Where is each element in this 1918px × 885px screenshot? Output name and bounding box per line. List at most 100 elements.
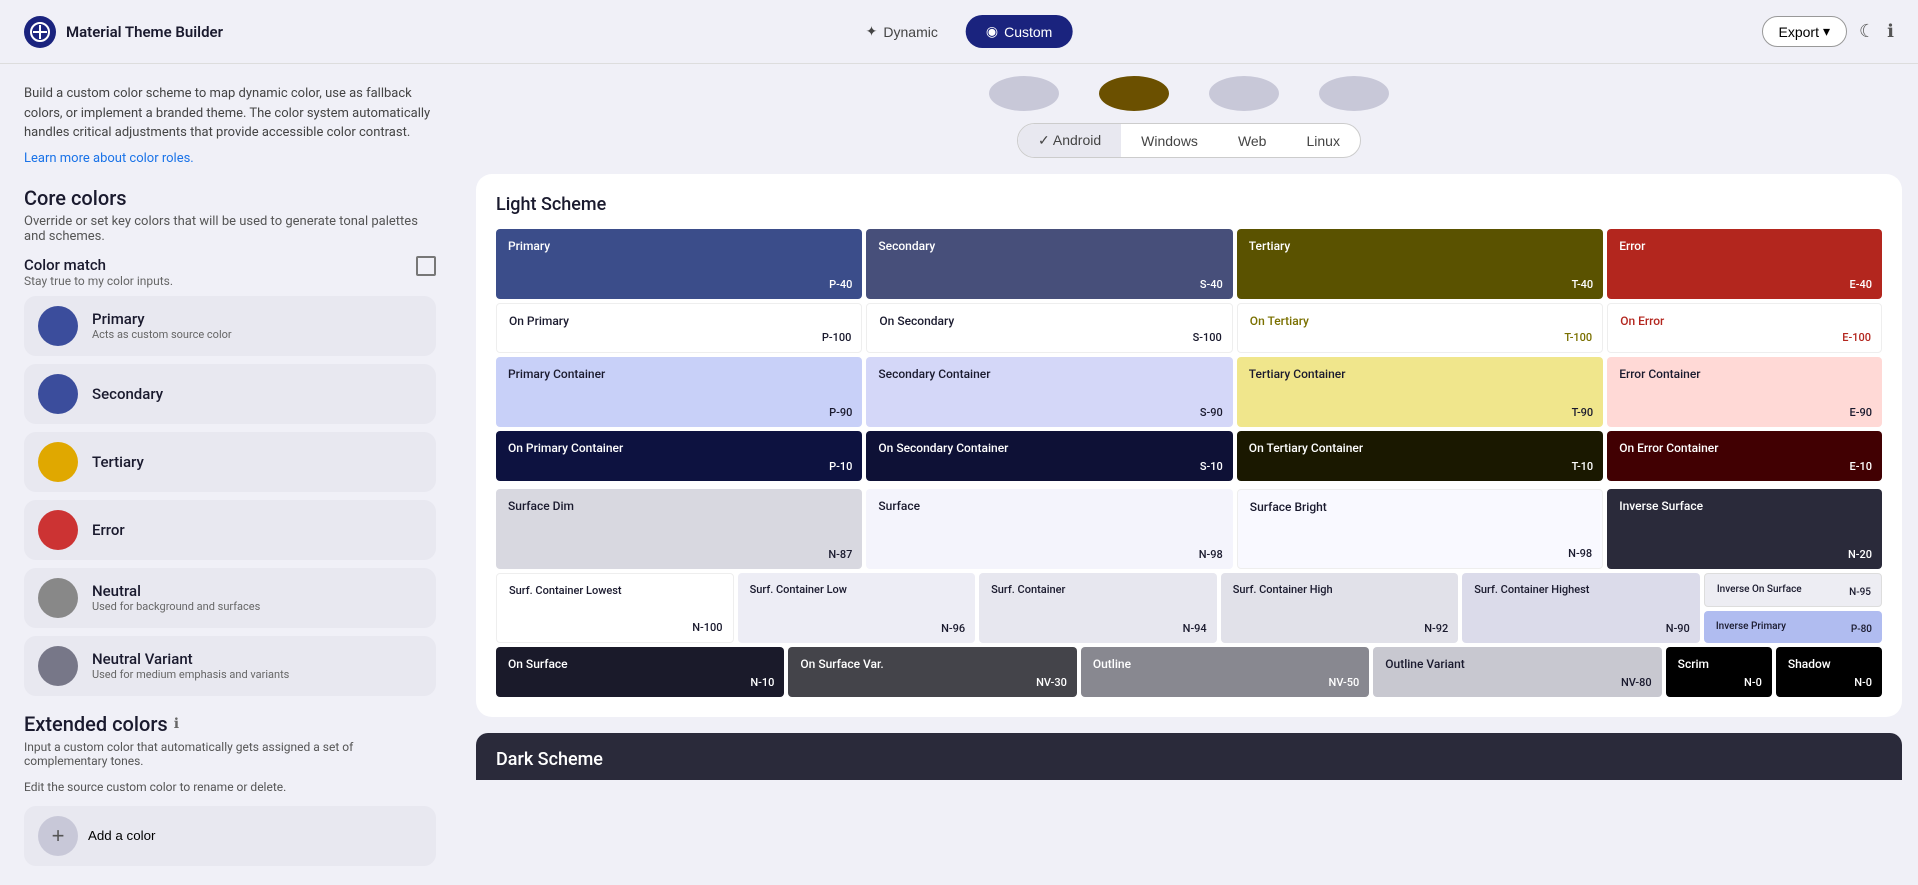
block-surf-container-high[interactable]: Surf. Container High N-92: [1221, 573, 1459, 643]
color-match-desc: Stay true to my color inputs.: [24, 274, 173, 288]
block-surface-dim[interactable]: Surface Dim N-87: [496, 489, 862, 569]
primary-label: Primary: [92, 310, 232, 328]
tab-linux[interactable]: Linux: [1286, 124, 1359, 157]
block-on-secondary-container[interactable]: On Secondary Container S-10: [866, 431, 1232, 481]
dark-scheme-bar: Dark Scheme: [476, 733, 1902, 780]
light-scheme-card: Light Scheme Primary P-40 Secondary S-40…: [476, 174, 1902, 717]
block-on-primary-container[interactable]: On Primary Container P-10: [496, 431, 862, 481]
content-area: ✓ Android Windows Web Linux Light Scheme…: [460, 64, 1918, 885]
scrim-shadow-pair: Scrim N-0 Shadow N-0: [1666, 647, 1882, 697]
block-inverse-primary[interactable]: Inverse Primary P-80: [1704, 611, 1882, 643]
platform-tabs: ✓ Android Windows Web Linux: [1017, 123, 1361, 158]
color-item-tertiary[interactable]: Tertiary: [24, 432, 436, 492]
block-outline[interactable]: Outline NV-50: [1081, 647, 1369, 697]
extended-info-icon: ℹ: [174, 716, 179, 732]
scheme-row-on-container: On Primary Container P-10 On Secondary C…: [496, 431, 1882, 481]
brand: Material Theme Builder: [24, 16, 223, 48]
top-nav: Material Theme Builder ✦ Dynamic ◉ Custo…: [0, 0, 1918, 64]
add-color-label: Add a color: [88, 828, 155, 843]
block-surf-container-lowest[interactable]: Surf. Container Lowest N-100: [496, 573, 734, 643]
brand-name: Material Theme Builder: [66, 23, 223, 41]
neutral-variant-sublabel: Used for medium emphasis and variants: [92, 668, 289, 681]
extended-colors-title: Extended colors ℹ: [24, 712, 436, 736]
export-button[interactable]: Export ▾: [1762, 16, 1848, 47]
block-tertiary-container[interactable]: Tertiary Container T-90: [1237, 357, 1603, 427]
color-item-primary[interactable]: Primary Acts as custom source color: [24, 296, 436, 356]
sidebar-description: Build a custom color scheme to map dynam…: [24, 84, 436, 143]
color-item-neutral[interactable]: Neutral Used for background and surfaces: [24, 568, 436, 628]
block-on-surface-var[interactable]: On Surface Var. NV-30: [788, 647, 1076, 697]
dynamic-tab[interactable]: ✦ Dynamic: [846, 15, 958, 48]
block-surf-container-low[interactable]: Surf. Container Low N-96: [738, 573, 976, 643]
scheme-row-surf-container: Surf. Container Lowest N-100 Surf. Conta…: [496, 573, 1882, 643]
brand-icon: [24, 16, 56, 48]
block-tertiary[interactable]: Tertiary T-40: [1237, 229, 1603, 299]
block-secondary-container[interactable]: Secondary Container S-90: [866, 357, 1232, 427]
block-surface[interactable]: Surface N-98: [866, 489, 1232, 569]
block-error-container[interactable]: Error Container E-90: [1607, 357, 1882, 427]
color-item-secondary[interactable]: Secondary: [24, 364, 436, 424]
tab-web[interactable]: Web: [1218, 124, 1287, 157]
neutral-variant-color-circle: [38, 646, 78, 686]
block-on-surface[interactable]: On Surface N-10: [496, 647, 784, 697]
color-item-neutral-variant[interactable]: Neutral Variant Used for medium emphasis…: [24, 636, 436, 696]
scheme-row-top: Primary P-40 Secondary S-40 Tertiary T-4…: [496, 229, 1882, 299]
preview-circle-4: [1319, 76, 1389, 111]
block-surface-bright[interactable]: Surface Bright N-98: [1237, 489, 1603, 569]
neutral-color-circle: [38, 578, 78, 618]
tertiary-color-circle: [38, 442, 78, 482]
block-surf-container-highest[interactable]: Surf. Container Highest N-90: [1462, 573, 1700, 643]
block-shadow[interactable]: Shadow N-0: [1776, 647, 1882, 697]
custom-icon: ◉: [986, 23, 998, 40]
block-error[interactable]: Error E-40: [1607, 229, 1882, 299]
color-match-title: Color match: [24, 256, 173, 274]
block-on-tertiary[interactable]: On Tertiary T-100: [1237, 303, 1603, 353]
extended-desc1: Input a custom color that automatically …: [24, 740, 436, 768]
inverse-on-surface-col: Inverse On Surface N-95 Inverse Primary …: [1704, 573, 1882, 643]
neutral-variant-label: Neutral Variant: [92, 650, 289, 668]
color-match-row: Color match Stay true to my color inputs…: [24, 256, 436, 288]
dark-mode-button[interactable]: ☾: [1859, 21, 1875, 42]
block-primary-container[interactable]: Primary Container P-90: [496, 357, 862, 427]
scheme-row-container: Primary Container P-90 Secondary Contain…: [496, 357, 1882, 427]
info-button[interactable]: ℹ: [1887, 21, 1894, 42]
custom-label: Custom: [1004, 24, 1052, 40]
custom-tab[interactable]: ◉ Custom: [966, 15, 1072, 48]
error-color-circle: [38, 510, 78, 550]
preview-icons-row: [460, 64, 1918, 111]
primary-color-circle: [38, 306, 78, 346]
core-colors-title: Core colors: [24, 186, 436, 210]
light-scheme-title: Light Scheme: [496, 194, 1882, 215]
block-inverse-on-surface[interactable]: Inverse On Surface N-95: [1704, 573, 1882, 607]
platform-row: ✓ Android Windows Web Linux: [460, 123, 1918, 174]
block-on-secondary[interactable]: On Secondary S-100: [866, 303, 1232, 353]
primary-sublabel: Acts as custom source color: [92, 328, 232, 341]
color-match-checkbox[interactable]: [416, 256, 436, 276]
secondary-label: Secondary: [92, 385, 163, 403]
preview-circle-3: [1209, 76, 1279, 111]
color-item-error[interactable]: Error: [24, 500, 436, 560]
nav-right: Export ▾ ☾ ℹ: [1762, 16, 1894, 47]
tertiary-label: Tertiary: [92, 453, 144, 471]
tab-windows[interactable]: Windows: [1121, 124, 1218, 157]
block-on-primary[interactable]: On Primary P-100: [496, 303, 862, 353]
block-on-error-container[interactable]: On Error Container E-10: [1607, 431, 1882, 481]
neutral-label: Neutral: [92, 582, 260, 600]
block-outline-variant[interactable]: Outline Variant NV-80: [1373, 647, 1661, 697]
block-inverse-surface[interactable]: Inverse Surface N-20: [1607, 489, 1882, 569]
dynamic-icon: ✦: [866, 23, 878, 40]
block-on-tertiary-container[interactable]: On Tertiary Container T-10: [1237, 431, 1603, 481]
learn-more-link[interactable]: Learn more about color roles.: [24, 151, 194, 166]
block-secondary[interactable]: Secondary S-40: [866, 229, 1232, 299]
dark-scheme-title: Dark Scheme: [496, 749, 1882, 770]
neutral-sublabel: Used for background and surfaces: [92, 600, 260, 613]
chevron-down-icon: ▾: [1823, 23, 1830, 40]
scheme-row-on: On Primary P-100 On Secondary S-100 On T…: [496, 303, 1882, 353]
add-color-button[interactable]: + Add a color: [24, 806, 436, 866]
tab-android[interactable]: ✓ Android: [1018, 124, 1121, 157]
block-on-error[interactable]: On Error E-100: [1607, 303, 1882, 353]
extended-desc2: Edit the source custom color to rename o…: [24, 780, 436, 794]
block-surf-container[interactable]: Surf. Container N-94: [979, 573, 1217, 643]
block-scrim[interactable]: Scrim N-0: [1666, 647, 1772, 697]
block-primary[interactable]: Primary P-40: [496, 229, 862, 299]
